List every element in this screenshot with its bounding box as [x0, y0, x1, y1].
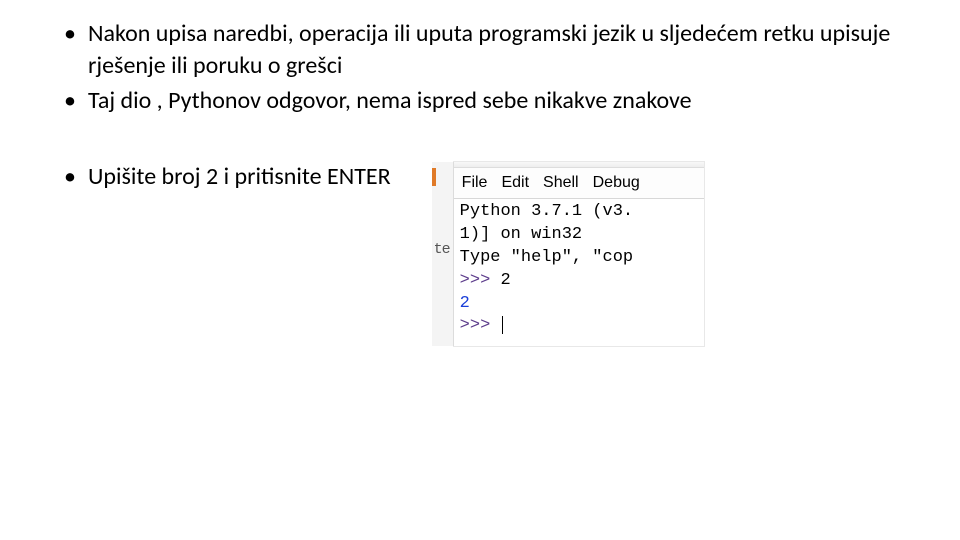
- output-value: 2: [460, 294, 470, 313]
- banner-line-2: 1)] on win32: [460, 225, 582, 244]
- slide-content: Nakon upisa naredbi, operacija ili uputa…: [0, 0, 960, 347]
- prompt-1: >>>: [460, 271, 491, 290]
- python-shell-screenshot: te File Edit Shell Debug Python 3.7.1 (v…: [453, 161, 705, 347]
- bullet-item-3: Upišite broj 2 i pritisnite ENTER: [60, 161, 391, 193]
- bullet-item-1: Nakon upisa naredbi, operacija ili uputa…: [60, 18, 900, 83]
- spacer: [60, 119, 900, 161]
- menu-shell[interactable]: Shell: [543, 172, 579, 194]
- bullet-text: Nakon upisa naredbi, operacija ili uputa…: [88, 19, 890, 80]
- cropped-text-fragment: te: [434, 240, 450, 260]
- cursor-icon: [502, 316, 503, 334]
- code-area[interactable]: Python 3.7.1 (v3. 1)] on win32 Type "hel…: [454, 199, 704, 347]
- menu-debug[interactable]: Debug: [593, 172, 640, 194]
- bullet-list-lower: Upišite broj 2 i pritisnite ENTER: [60, 161, 391, 193]
- bullet-text: Taj dio , Pythonov odgovor, nema ispred …: [88, 86, 692, 115]
- orange-edge-icon: [432, 168, 436, 186]
- bullet-text: Upišite broj 2 i pritisnite ENTER: [88, 162, 391, 191]
- menu-file[interactable]: File: [462, 172, 488, 194]
- banner-line-3: Type "help", "cop: [460, 248, 633, 267]
- lower-row: Upišite broj 2 i pritisnite ENTER te Fil…: [60, 161, 900, 347]
- bullet-list-top: Nakon upisa naredbi, operacija ili uputa…: [60, 18, 900, 117]
- lower-left: Upišite broj 2 i pritisnite ENTER: [60, 161, 391, 195]
- input-value: 2: [500, 271, 510, 290]
- window-left-strip: te: [432, 162, 454, 346]
- menu-edit[interactable]: Edit: [501, 172, 529, 194]
- banner-line-1: Python 3.7.1 (v3.: [460, 202, 633, 221]
- prompt-2: >>>: [460, 316, 491, 335]
- menu-bar: File Edit Shell Debug: [454, 168, 704, 199]
- bullet-item-2: Taj dio , Pythonov odgovor, nema ispred …: [60, 85, 900, 117]
